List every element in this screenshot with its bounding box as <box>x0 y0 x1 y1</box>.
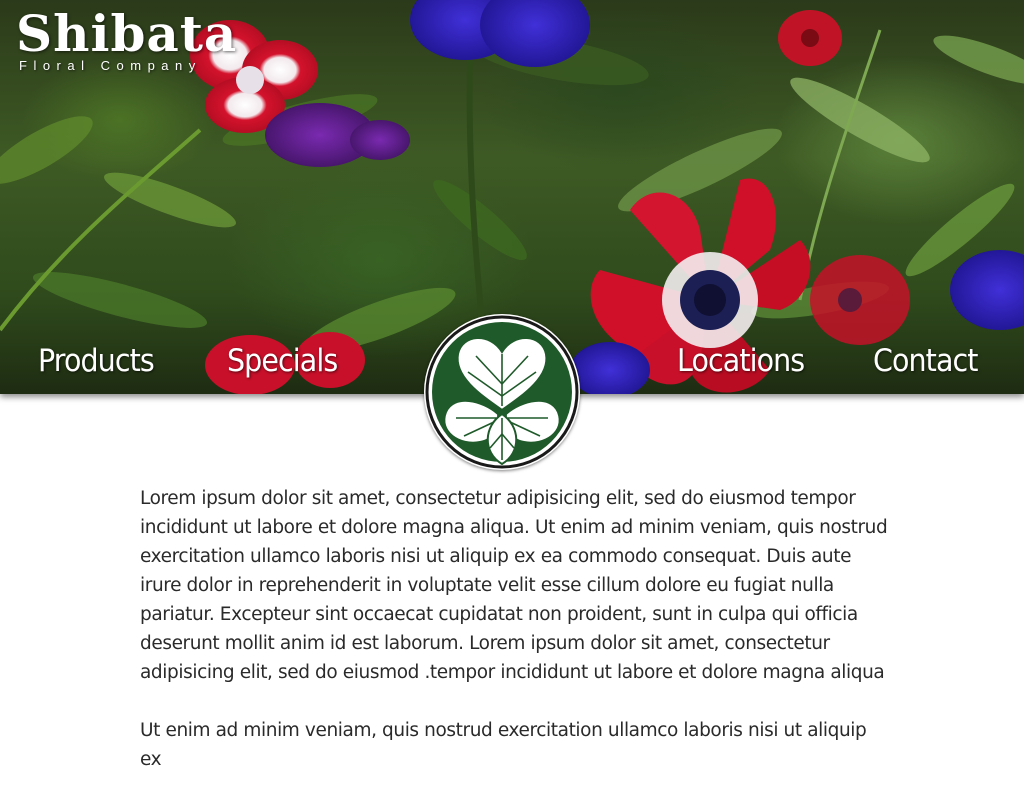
nav-products[interactable]: Products <box>38 343 155 379</box>
hollyhock-crest-icon[interactable] <box>424 314 580 470</box>
nav-locations[interactable]: Locations <box>677 343 805 379</box>
nav-contact[interactable]: Contact <box>873 343 978 379</box>
nav-specials[interactable]: Specials <box>227 343 338 379</box>
brand-name: Shibata <box>16 4 238 63</box>
body-paragraph-2: Ut enim ad minim veniam, quis nostrud ex… <box>140 720 867 770</box>
main-content: Lorem ipsum dolor sit amet, consectetur … <box>140 484 890 803</box>
body-paragraph-1: Lorem ipsum dolor sit amet, consectetur … <box>140 488 888 683</box>
brand-logo[interactable]: Shibata Floral Company <box>16 4 238 74</box>
